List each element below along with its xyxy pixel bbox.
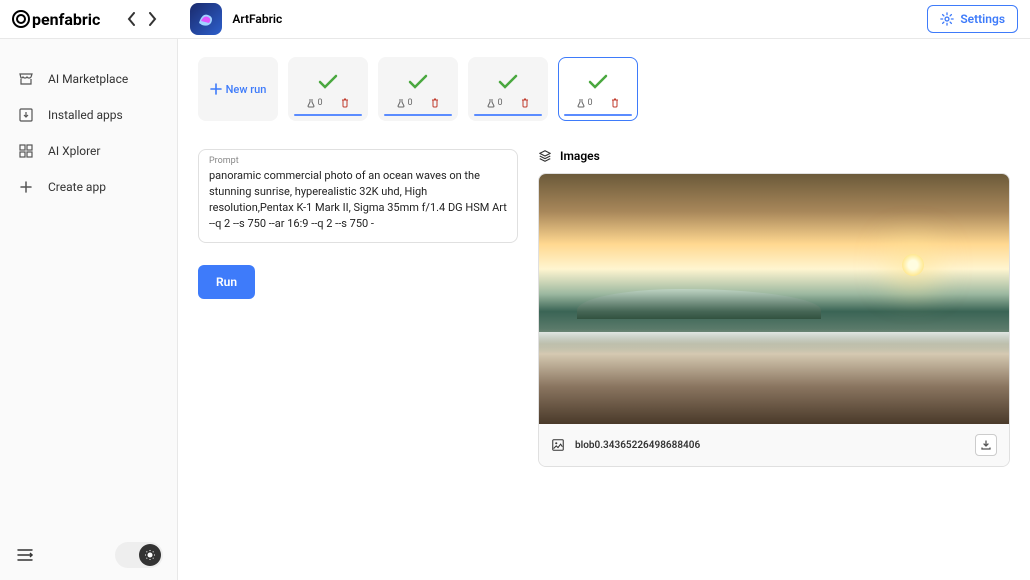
beaker-count: 0 [577, 98, 592, 108]
theme-toggle [115, 542, 163, 568]
collapse-sidebar-button[interactable] [14, 544, 36, 566]
new-run-button[interactable]: New run [198, 57, 278, 121]
sidebar-item-xplorer[interactable]: AI Xplorer [0, 133, 177, 169]
beaker-icon [487, 98, 495, 108]
image-content [577, 289, 821, 319]
trash-icon [521, 98, 529, 108]
trash-icon [341, 98, 349, 108]
nav-back-button[interactable] [122, 9, 142, 29]
beaker-icon [397, 98, 405, 108]
image-icon [551, 438, 565, 452]
image-content [539, 332, 1009, 356]
sidebar-item-marketplace[interactable]: AI Marketplace [0, 61, 177, 97]
sidebar: AI Marketplace Installed apps AI Xplorer… [0, 39, 178, 580]
check-icon [588, 70, 608, 94]
progress-bar [384, 114, 452, 116]
logo: penfabric [12, 10, 100, 29]
download-button[interactable] [975, 434, 997, 456]
sidebar-item-label: AI Xplorer [48, 144, 100, 158]
logo-icon [12, 10, 30, 28]
run-card[interactable]: 0 [558, 57, 638, 121]
beaker-count: 0 [487, 98, 502, 108]
image-content [902, 254, 924, 276]
plus-icon [18, 179, 34, 195]
check-icon [318, 70, 338, 94]
app-icon [190, 3, 222, 35]
progress-bar [474, 114, 542, 116]
nav-forward-button[interactable] [142, 9, 162, 29]
store-icon [18, 71, 34, 87]
trash-icon [431, 98, 439, 108]
new-run-label: New run [226, 83, 267, 96]
image-filename: blob0.34365226498688406 [575, 440, 965, 451]
sidebar-item-installed[interactable]: Installed apps [0, 97, 177, 133]
run-card[interactable]: 0 [378, 57, 458, 121]
sidebar-item-label: Installed apps [48, 108, 123, 122]
progress-bar [564, 114, 632, 116]
images-header: Images [538, 149, 1010, 163]
sidebar-item-label: AI Marketplace [48, 72, 128, 86]
sidebar-item-label: Create app [48, 180, 106, 194]
layers-icon [538, 149, 552, 163]
download-box-icon [18, 107, 34, 123]
prompt-text[interactable]: panoramic commercial photo of an ocean w… [209, 168, 507, 232]
prompt-card: Prompt panoramic commercial photo of an … [198, 149, 518, 243]
delete-run-button[interactable] [431, 98, 439, 108]
prompt-label: Prompt [209, 156, 507, 166]
generated-image[interactable] [539, 174, 1009, 424]
run-button[interactable]: Run [198, 265, 255, 299]
runs-row: New run 0 0 0 [198, 57, 1010, 121]
progress-bar [294, 114, 362, 116]
images-header-label: Images [560, 149, 600, 163]
theme-dark-button[interactable] [139, 544, 161, 566]
delete-run-button[interactable] [341, 98, 349, 108]
plus-icon [210, 83, 222, 95]
beaker-count: 0 [397, 98, 412, 108]
theme-light-button[interactable] [117, 544, 139, 566]
gear-icon [940, 12, 954, 26]
trash-icon [611, 98, 619, 108]
sidebar-item-create[interactable]: Create app [0, 169, 177, 205]
run-card[interactable]: 0 [288, 57, 368, 121]
settings-button[interactable]: Settings [927, 5, 1018, 33]
image-result: blob0.34365226498688406 [538, 173, 1010, 467]
settings-label: Settings [960, 12, 1005, 26]
beaker-icon [577, 98, 585, 108]
delete-run-button[interactable] [521, 98, 529, 108]
check-icon [498, 70, 518, 94]
beaker-count: 0 [307, 98, 322, 108]
check-icon [408, 70, 428, 94]
beaker-icon [307, 98, 315, 108]
run-card[interactable]: 0 [468, 57, 548, 121]
download-icon [980, 439, 992, 451]
app-title: ArtFabric [232, 12, 282, 26]
logo-text: penfabric [32, 10, 100, 29]
grid-icon [18, 143, 34, 159]
delete-run-button[interactable] [611, 98, 619, 108]
